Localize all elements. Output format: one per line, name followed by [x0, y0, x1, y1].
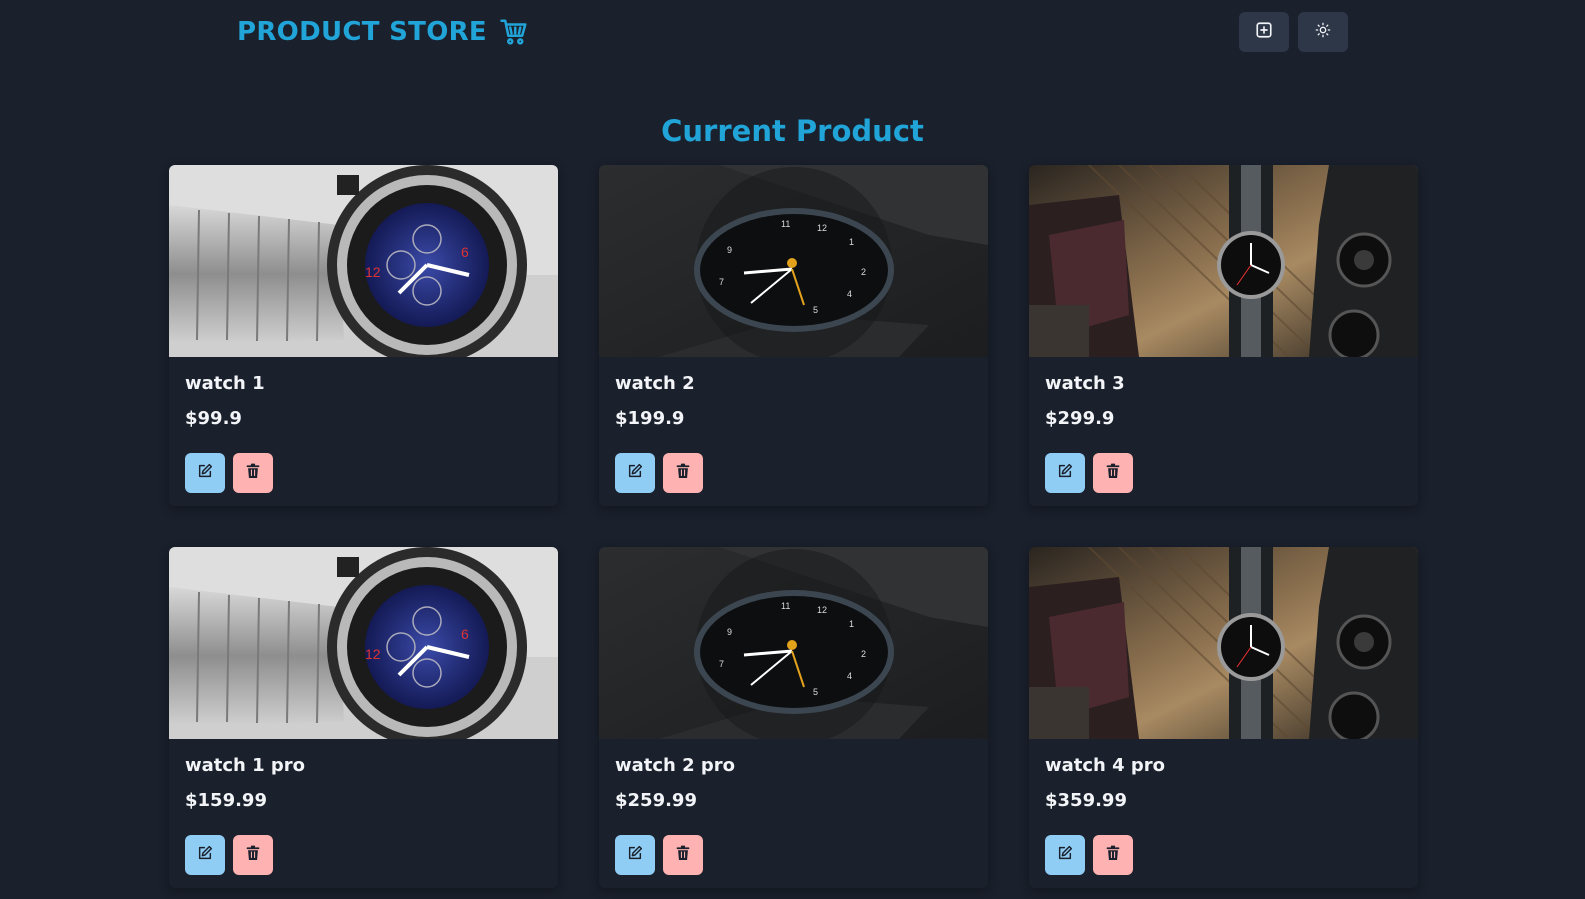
- product-price: $159.99: [185, 790, 267, 811]
- trash-icon: [1106, 463, 1120, 483]
- product-image: [1029, 165, 1418, 357]
- shopping-cart-icon: [499, 17, 529, 47]
- product-name: watch 1: [185, 373, 265, 394]
- delete-product-button[interactable]: [233, 835, 273, 875]
- product-card: watch 3 $299.9: [1029, 165, 1418, 506]
- trash-icon: [676, 463, 690, 483]
- product-name: watch 3: [1045, 373, 1125, 394]
- delete-product-button[interactable]: [663, 453, 703, 493]
- edit-icon: [627, 845, 643, 865]
- section-title: Current Product: [661, 114, 924, 148]
- delete-product-button[interactable]: [233, 453, 273, 493]
- product-card: watch 2 $199.9: [599, 165, 988, 506]
- brand-title: PRODUCT STORE: [237, 17, 487, 47]
- trash-icon: [246, 463, 260, 483]
- product-card: watch 2 pro $259.99: [599, 547, 988, 888]
- product-price: $259.99: [615, 790, 697, 811]
- edit-icon: [197, 463, 213, 483]
- edit-product-button[interactable]: [1045, 453, 1085, 493]
- sun-icon: [1315, 22, 1331, 42]
- delete-product-button[interactable]: [663, 835, 703, 875]
- edit-icon: [627, 463, 643, 483]
- trash-icon: [1106, 845, 1120, 865]
- navbar: PRODUCT STORE: [0, 0, 1585, 64]
- product-price: $99.9: [185, 408, 242, 429]
- product-card: watch 1 pro $159.99: [169, 547, 558, 888]
- product-name: watch 2 pro: [615, 755, 736, 776]
- product-name: watch 2: [615, 373, 695, 394]
- product-name: watch 1 pro: [185, 755, 306, 776]
- edit-product-button[interactable]: [185, 835, 225, 875]
- edit-product-button[interactable]: [615, 835, 655, 875]
- edit-product-button[interactable]: [1045, 835, 1085, 875]
- trash-icon: [676, 845, 690, 865]
- create-product-button[interactable]: [1239, 12, 1289, 52]
- edit-icon: [1057, 845, 1073, 865]
- product-card: watch 1 $99.9: [169, 165, 558, 506]
- product-price: $359.99: [1045, 790, 1127, 811]
- theme-toggle-button[interactable]: [1298, 12, 1348, 52]
- product-image: [169, 547, 558, 739]
- product-price: $299.9: [1045, 408, 1115, 429]
- edit-icon: [1057, 463, 1073, 483]
- delete-product-button[interactable]: [1093, 453, 1133, 493]
- edit-product-button[interactable]: [615, 453, 655, 493]
- product-price: $199.9: [615, 408, 685, 429]
- brand[interactable]: PRODUCT STORE: [237, 14, 529, 50]
- delete-product-button[interactable]: [1093, 835, 1133, 875]
- edit-icon: [197, 845, 213, 865]
- edit-product-button[interactable]: [185, 453, 225, 493]
- product-image: [599, 547, 988, 739]
- product-image: [599, 165, 988, 357]
- trash-icon: [246, 845, 260, 865]
- product-image: [169, 165, 558, 357]
- product-name: watch 4 pro: [1045, 755, 1166, 776]
- plus-square-icon: [1255, 21, 1273, 43]
- product-image: [1029, 547, 1418, 739]
- product-grid: watch 1 $99.9 watch 2 $199.9 watch 3 $29…: [169, 165, 1418, 888]
- product-card: watch 4 pro $359.99: [1029, 547, 1418, 888]
